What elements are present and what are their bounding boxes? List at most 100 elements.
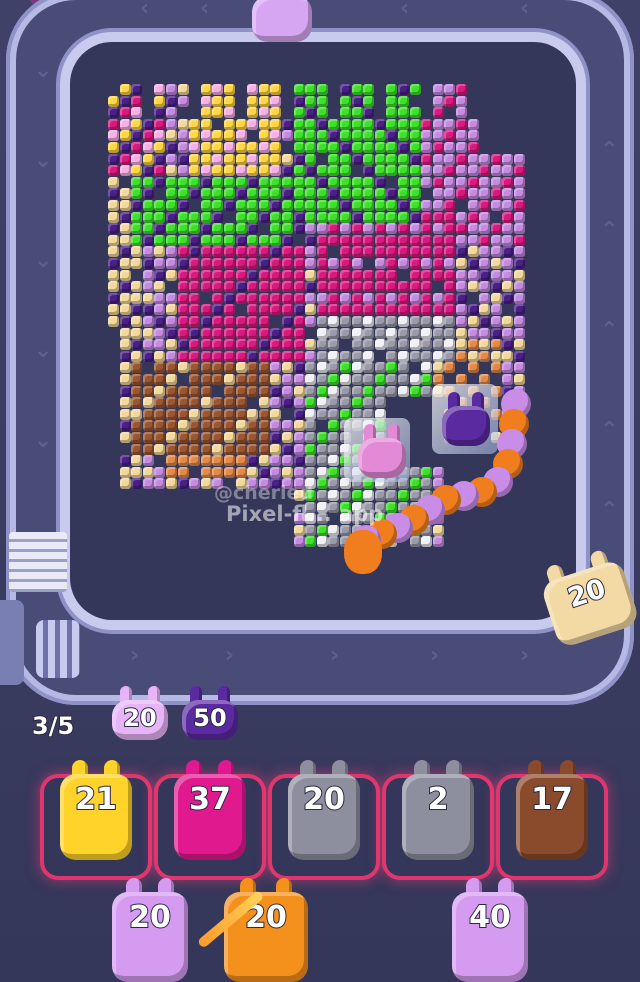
queue-pig[interactable]: 50 [182, 686, 238, 740]
pixel-block [282, 466, 293, 478]
pixel-block [456, 95, 467, 107]
pixel-block [328, 385, 340, 397]
pixel-block [131, 258, 143, 269]
pixel-block [189, 165, 201, 177]
pixel-block [212, 188, 224, 200]
pixel-block [328, 223, 340, 235]
pixel-block [432, 362, 444, 374]
slot-pig[interactable]: 21 [60, 760, 132, 860]
pixel-block [444, 84, 456, 95]
pixel-block [189, 420, 201, 432]
pixel-block [490, 153, 502, 165]
slot-pig[interactable]: 2 [402, 760, 474, 860]
pixel-block [200, 385, 212, 397]
pixel-block [166, 118, 177, 130]
pixel-block [502, 176, 514, 188]
pixel-block [282, 443, 293, 455]
slot-pig[interactable]: 20 [288, 760, 360, 860]
pixel-block [200, 188, 212, 200]
pixel-block [166, 84, 177, 95]
pixel-block [142, 130, 154, 142]
pixel-block [316, 281, 328, 293]
pixel-block [142, 223, 154, 235]
pixel-block [131, 420, 143, 432]
pixel-block [166, 350, 177, 362]
pixel-block [316, 118, 328, 130]
top-pig[interactable] [252, 0, 312, 42]
pixel-block [398, 165, 409, 177]
pixel-block [305, 339, 317, 351]
reserve-pig[interactable]: 20 [224, 878, 308, 982]
pixel-block [305, 84, 317, 95]
pixel-block [166, 432, 177, 443]
pixel-block [131, 478, 143, 490]
pixel-block [479, 316, 491, 327]
pixel-block [131, 130, 143, 142]
pixel-block [270, 234, 282, 246]
slot-pig[interactable]: 17 [516, 760, 588, 860]
pixel-block [293, 281, 305, 293]
pixel-block [432, 95, 444, 107]
pixel-block [444, 176, 456, 188]
pixel-block [154, 211, 166, 223]
pixel-block [177, 234, 189, 246]
pixel-block [421, 130, 433, 142]
pixel-block [200, 165, 212, 177]
pixel-block [328, 292, 340, 304]
pixel-block [340, 292, 351, 304]
pixel-block [293, 374, 305, 385]
pixel-block [432, 142, 444, 153]
pixel-block [502, 188, 514, 200]
pixel-block [316, 316, 328, 327]
pixel-block [374, 165, 386, 177]
pixel-block [212, 165, 224, 177]
pixel-block [340, 385, 351, 397]
pixel-block [189, 316, 201, 327]
pixel-block [502, 211, 514, 223]
pixel-block [166, 316, 177, 327]
pixel-block [363, 165, 375, 177]
pixel-block [154, 292, 166, 304]
pixel-block [340, 350, 351, 362]
pixel-block [142, 176, 154, 188]
pixel-block [386, 95, 398, 107]
reserve-pig[interactable]: 20 [112, 878, 188, 982]
pixel-block [316, 176, 328, 188]
pixel-block [502, 258, 514, 269]
pixel-block [131, 455, 143, 467]
pixel-block [200, 269, 212, 281]
pixel-block [131, 327, 143, 339]
pixel-block [258, 292, 270, 304]
pixel-block [514, 176, 525, 188]
reserve-pig[interactable]: 40 [452, 878, 528, 982]
pixel-block [316, 165, 328, 177]
pixel-block [340, 316, 351, 327]
queue-pig[interactable]: 20 [112, 686, 168, 740]
pixel-block [328, 211, 340, 223]
pixel-block [316, 408, 328, 420]
pixel-block [502, 327, 514, 339]
pixel-block [316, 339, 328, 351]
pixel-block [305, 408, 317, 420]
spring-coil-icon [36, 620, 80, 678]
pixel-block [282, 304, 293, 316]
slot-pig[interactable]: 37 [174, 760, 246, 860]
pixel-block [316, 536, 328, 548]
pixel-block [200, 223, 212, 235]
pixel-block [224, 142, 235, 153]
pixel-block [444, 246, 456, 258]
pixel-block [409, 374, 421, 385]
pixel-block [328, 118, 340, 130]
pixel-block [386, 281, 398, 293]
pixel-block [258, 397, 270, 409]
pixel-block [258, 269, 270, 281]
pixel-block [328, 176, 340, 188]
pixel-block [409, 304, 421, 316]
pixel-block [467, 200, 479, 211]
pixel-block [224, 316, 235, 327]
pixel-block [166, 466, 177, 478]
pixel-block [154, 432, 166, 443]
pixel-block [444, 118, 456, 130]
pixel-block [316, 258, 328, 269]
pixel-block [456, 269, 467, 281]
